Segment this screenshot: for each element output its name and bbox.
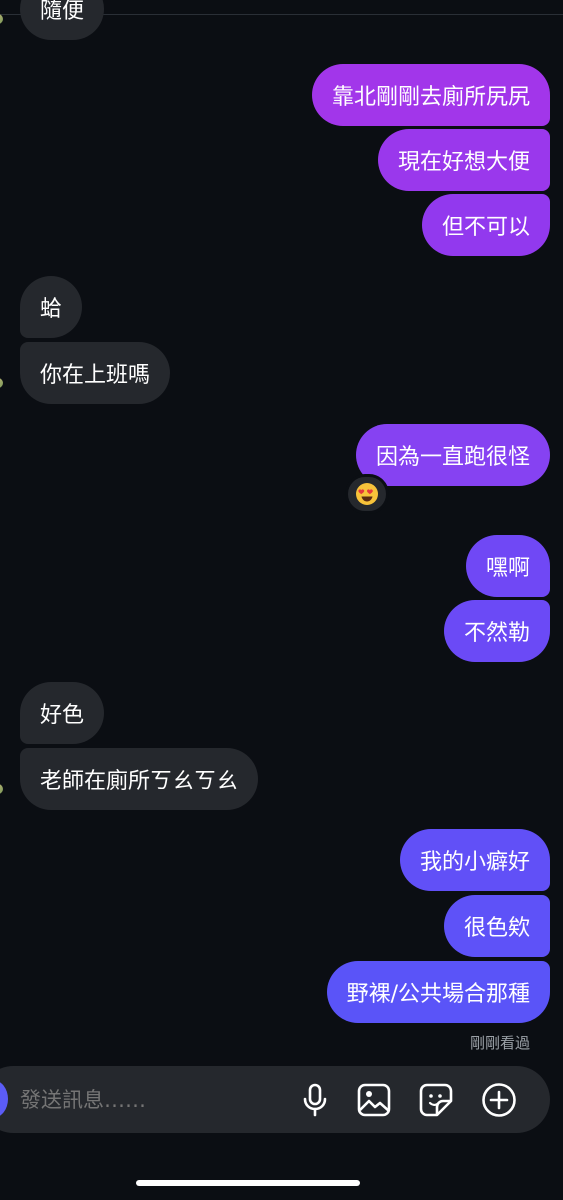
heart-eyes-emoji-icon [356,483,378,505]
message-text: 不然勒 [463,621,530,646]
chat-screen: 隨便 靠北剛剛去廁所尻尻 現在好想大便 但不可以 蛤 你在上班嗎 因為一直跑很怪… [0,0,563,1200]
message-bubble-outgoing[interactable]: 野裸/公共場合那種 [326,961,550,1023]
voice-message-button[interactable] [297,1081,333,1119]
message-text: 很色欸 [463,916,530,941]
message-text: 但不可以 [441,215,530,240]
message-bubble-outgoing[interactable]: 嘿啊 [465,535,550,597]
message-text: 靠北剛剛去廁所尻尻 [331,85,530,110]
message-bubble-outgoing[interactable]: 我的小癖好 [399,829,550,891]
message-bubble-incoming[interactable]: 你在上班嗎 [20,342,171,404]
message-bubble-outgoing[interactable]: 因為一直跑很怪 [355,424,550,486]
message-text: 現在好想大便 [397,150,530,175]
message-text: 隨便 [40,0,85,24]
message-text: 因為一直跑很怪 [375,445,530,470]
gallery-button[interactable] [356,1081,392,1119]
sender-avatar[interactable] [0,14,3,24]
sender-avatar[interactable] [0,784,3,794]
message-bubble-outgoing[interactable]: 很色欸 [443,895,550,957]
message-text: 我的小癖好 [419,850,530,875]
more-actions-button[interactable] [481,1081,517,1119]
message-text: 野裸/公共場合那種 [346,982,530,1007]
message-reaction[interactable] [345,474,389,514]
message-bubble-outgoing[interactable]: 但不可以 [421,194,550,256]
message-bubble-outgoing[interactable]: 不然勒 [443,600,550,662]
seen-status: 剛剛看過 [469,1034,530,1052]
message-bubble-incoming[interactable]: 老師在廁所ㄎㄠㄎㄠ [20,748,259,810]
message-text: 好色 [40,703,85,728]
message-input[interactable] [20,1081,290,1119]
message-text: 蛤 [40,297,63,322]
message-bubble-outgoing[interactable]: 現在好想大便 [377,129,550,191]
sender-avatar[interactable] [0,378,3,388]
message-bubble-outgoing[interactable]: 靠北剛剛去廁所尻尻 [311,64,550,126]
message-bubble-incoming[interactable]: 蛤 [20,276,83,338]
message-text: 老師在廁所ㄎㄠㄎㄠ [40,769,239,794]
message-text: 嘿啊 [485,556,530,581]
plus-circle-icon [482,1083,516,1117]
image-icon [357,1083,391,1117]
message-text: 你在上班嗎 [40,363,151,388]
sticker-icon [419,1083,453,1117]
home-indicator[interactable] [136,1180,360,1186]
message-bubble-incoming[interactable]: 隨便 [20,0,105,40]
microphone-icon [303,1083,327,1117]
message-bubble-incoming[interactable]: 好色 [20,682,105,744]
sticker-button[interactable] [418,1081,454,1119]
